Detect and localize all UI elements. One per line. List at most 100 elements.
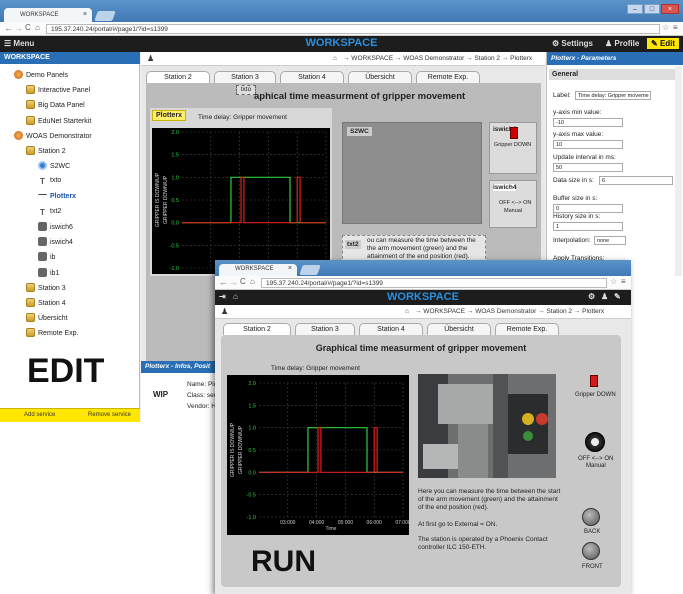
param-input[interactable]: Time delay: Gripper moveme bbox=[575, 91, 651, 100]
tree-node[interactable]: iswich4 bbox=[38, 237, 73, 247]
minimize-icon[interactable]: – bbox=[627, 4, 643, 14]
bookmark-star-icon[interactable]: ☆ bbox=[662, 23, 669, 32]
run-close-tab-icon[interactable]: × bbox=[288, 265, 292, 272]
back-icon[interactable]: ← bbox=[4, 23, 13, 33]
close-tab-icon[interactable]: × bbox=[83, 11, 87, 18]
station-tab[interactable]: Remote Exp. bbox=[416, 71, 480, 83]
edit-label: Edit bbox=[659, 39, 676, 48]
pin-icon[interactable]: ♟ bbox=[147, 54, 154, 63]
s2wc-tag[interactable]: S2WC bbox=[347, 127, 372, 136]
edit-button[interactable]: ✎ Edit bbox=[647, 38, 680, 49]
maximize-icon[interactable]: □ bbox=[644, 4, 660, 14]
front-button[interactable] bbox=[582, 542, 600, 560]
tree-node[interactable]: EduNet Starterkit bbox=[26, 115, 91, 126]
param-input[interactable]: 1 bbox=[553, 222, 623, 231]
param-label: y-axis min value: bbox=[553, 109, 602, 116]
tree-node[interactable]: Station 3 bbox=[26, 282, 66, 293]
tree-node[interactable]: Ttxt2 bbox=[38, 207, 61, 217]
home-breadcrumb-icon[interactable]: ⌂ bbox=[333, 55, 337, 62]
settings-button[interactable]: ⚙ Settings bbox=[552, 39, 593, 48]
x-tick-label: 04:000 bbox=[309, 520, 325, 526]
off-on-knob-icon[interactable] bbox=[585, 432, 605, 452]
tree-node[interactable]: S2WC bbox=[38, 161, 70, 171]
tree-node[interactable]: Übersicht bbox=[26, 313, 68, 323]
tree-node[interactable]: ib1 bbox=[38, 267, 59, 278]
address-bar[interactable]: 195.37.240.24/portal/#/page1/?id=s1399 bbox=[46, 24, 660, 34]
gripper-indicator-icon bbox=[510, 127, 518, 139]
chrome-menu-icon[interactable]: ≡ bbox=[673, 23, 678, 32]
iswich4-widget[interactable]: iswich4 OFF <--> ON Manual bbox=[489, 180, 537, 228]
param-input[interactable]: 0 bbox=[553, 204, 623, 213]
plotter-tag[interactable]: Plotterx bbox=[152, 110, 187, 121]
tree-node[interactable]: Station 2 bbox=[26, 146, 66, 156]
station-tab[interactable]: Station 2 bbox=[146, 71, 210, 83]
param-input[interactable]: 6 bbox=[599, 176, 673, 185]
tree-node[interactable]: WOAS Demonstrator bbox=[14, 130, 92, 141]
interpolation-select[interactable]: none bbox=[594, 236, 626, 245]
tree-node[interactable]: Big Data Panel bbox=[26, 100, 85, 110]
canvas-title[interactable]: txto aphical time measurment of gripper … bbox=[234, 85, 465, 102]
run-new-tab-button[interactable] bbox=[299, 265, 321, 275]
param-input[interactable]: 50 bbox=[553, 163, 623, 172]
profile-button[interactable]: ♟ Profile bbox=[605, 39, 639, 48]
parameters-scrollbar[interactable] bbox=[675, 66, 682, 276]
wip-label: WIP bbox=[153, 390, 169, 399]
station-tab[interactable]: Übersicht bbox=[348, 71, 412, 83]
txt2-tag[interactable]: txt2 bbox=[345, 240, 361, 249]
tree-node[interactable]: Interactive Panel bbox=[26, 85, 90, 95]
tree-node[interactable]: ib bbox=[38, 252, 55, 262]
iswich6-widget[interactable]: iswich6 Gripper DOWN bbox=[489, 122, 537, 174]
run-settings-icon[interactable]: ⚙ bbox=[588, 292, 595, 301]
run-pin-icon[interactable]: ♟ bbox=[221, 307, 228, 316]
forward-icon[interactable]: → bbox=[14, 23, 23, 33]
run-reload-icon[interactable]: C bbox=[240, 277, 246, 286]
tree-node[interactable]: iswich6 bbox=[38, 222, 73, 232]
run-chrome-menu-icon[interactable]: ≡ bbox=[621, 277, 626, 286]
param-input[interactable]: -10 bbox=[553, 118, 623, 127]
run-home-breadcrumb-icon[interactable]: ⌂ bbox=[405, 308, 409, 315]
s2wc-widget[interactable]: S2WC bbox=[342, 122, 482, 224]
run-back-icon[interactable]: ← bbox=[219, 277, 228, 287]
back-button[interactable] bbox=[582, 508, 600, 526]
run-gripper-down-label: Gripper DOWN bbox=[575, 392, 616, 398]
param-label: Interpolation: bbox=[553, 237, 591, 244]
station-tab[interactable]: Station 3 bbox=[214, 71, 276, 83]
tree-node[interactable]: Plotterx bbox=[38, 192, 76, 202]
run-home-icon[interactable]: ⌂ bbox=[250, 277, 255, 286]
general-section-header[interactable]: General bbox=[549, 69, 675, 80]
tree-node-label: WOAS Demonstrator bbox=[26, 132, 92, 140]
reload-icon[interactable]: C bbox=[25, 23, 31, 32]
home-icon[interactable]: ⌂ bbox=[35, 23, 40, 32]
x-tick-label: 05:000 bbox=[338, 520, 354, 526]
param-input[interactable]: 10 bbox=[553, 140, 623, 149]
folder-icon bbox=[26, 282, 35, 292]
remove-service-button[interactable]: Remove service bbox=[88, 412, 131, 418]
text-icon: T bbox=[40, 207, 45, 217]
add-service-button[interactable]: Add service bbox=[24, 412, 55, 418]
new-tab-button[interactable] bbox=[94, 11, 116, 21]
plotter-widget[interactable]: Plotterx Time delay: Gripper movement 2.… bbox=[150, 108, 332, 276]
run-profile-icon[interactable]: ♟ bbox=[601, 292, 608, 301]
run-browser-tab[interactable]: WORKSPACE × bbox=[219, 264, 297, 276]
run-address-bar[interactable]: 195.37.240.24/portal/#/page1/?id=s1399 bbox=[261, 278, 607, 288]
tree-node[interactable]: Station 4 bbox=[26, 298, 66, 308]
run-plot-title: Time delay: Gripper movement bbox=[271, 365, 360, 372]
tree-node[interactable]: Remote Exp. bbox=[26, 328, 78, 338]
browser-tab[interactable]: WORKSPACE × bbox=[4, 8, 92, 23]
close-window-icon[interactable]: × bbox=[661, 4, 679, 14]
station-tab[interactable]: Station 4 bbox=[280, 71, 344, 83]
run-bookmark-star-icon[interactable]: ☆ bbox=[610, 277, 617, 286]
tree-node[interactable]: Ttxto bbox=[38, 176, 61, 186]
station-tab[interactable]: Übersicht bbox=[427, 323, 491, 335]
station-tab[interactable]: Station 4 bbox=[359, 323, 423, 335]
station-tab[interactable]: Remote Exp. bbox=[495, 323, 559, 335]
y-tick-label: 1.0 bbox=[248, 426, 256, 432]
info-class: Class: ser bbox=[187, 392, 216, 399]
run-edit-icon[interactable]: ✎ bbox=[614, 292, 621, 301]
iswich4-tag[interactable]: iswich4 bbox=[493, 184, 517, 191]
tree-node[interactable]: Demo Panels bbox=[14, 70, 68, 80]
run-forward-icon[interactable]: → bbox=[229, 277, 238, 287]
txto-tag[interactable]: txto bbox=[236, 85, 256, 95]
station-tab[interactable]: Station 2 bbox=[223, 323, 291, 335]
station-tab[interactable]: Station 3 bbox=[295, 323, 355, 335]
